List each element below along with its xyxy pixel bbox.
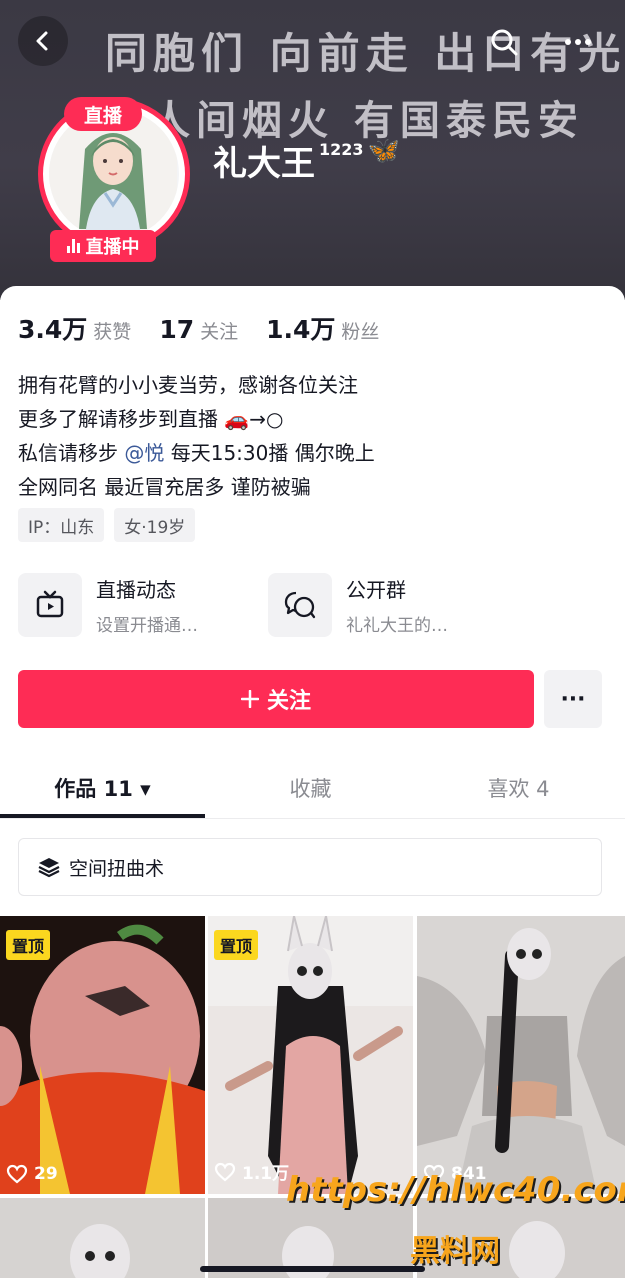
tab-divider — [0, 818, 625, 819]
content-tabs: 作品 11 ▾ 收藏 喜欢 4 — [0, 762, 625, 818]
pinned-badge: 置顶 — [6, 930, 51, 960]
bio-line: 全网同名 最近冒充居多 谨防被骗 — [18, 475, 311, 499]
stat-followers-number: 1.4万 — [266, 315, 336, 344]
public-group-subtitle: 礼礼大王的… — [346, 616, 448, 636]
live-bars-icon — [66, 239, 80, 253]
profile-banner: 同胞们 向前走 出口有光 人间烟火 有国泰民安 直播 直播中 礼大王 1223 … — [0, 0, 625, 300]
video-likes-count: 1.1万 — [242, 1164, 290, 1184]
stat-following-label: 关注 — [200, 321, 239, 343]
bio: 拥有花臂的小小麦当劳，感谢各位关注 更多了解请移步到直播 🚗→○ 私信请移步 @… — [18, 368, 608, 504]
tv-icon — [18, 573, 82, 637]
mention-link[interactable]: @悦 — [124, 441, 164, 465]
chevron-left-icon — [36, 31, 48, 51]
nickname-superscript: 1223 — [319, 140, 364, 159]
live-badge: 直播 — [64, 97, 142, 131]
live-updates-title: 直播动态 — [96, 578, 176, 602]
nickname-text: 礼大王 — [213, 144, 315, 184]
stats-row: 3.4万 获赞 17 关注 1.4万 粉丝 — [18, 310, 379, 346]
video-cover — [417, 916, 625, 1194]
video-thumbnail[interactable]: 置顶 29 — [0, 916, 205, 1194]
stat-following[interactable]: 17 关注 — [159, 315, 238, 344]
public-group-entry[interactable]: 公开群 礼礼大王的… — [268, 572, 448, 638]
video-cover — [0, 1198, 205, 1278]
chat-bubble-icon — [268, 573, 332, 637]
stat-following-number: 17 — [159, 315, 195, 344]
more-options-button[interactable] — [556, 22, 600, 62]
watermark-url: https://hlwc40.com — [286, 1170, 625, 1210]
public-group-title: 公开群 — [346, 578, 406, 602]
stat-followers[interactable]: 1.4万 粉丝 — [266, 310, 379, 346]
profile-tags: IP：山东 女·19岁 — [18, 508, 196, 542]
collection-entry[interactable]: 空间扭曲术 — [18, 838, 602, 896]
gender-age-tag: 女·19岁 — [114, 508, 196, 542]
live-updates-subtitle: 设置开播通… — [96, 616, 198, 636]
layers-icon — [38, 858, 60, 878]
video-likes: 1.1万 — [214, 1159, 289, 1184]
stat-followers-label: 粉丝 — [341, 321, 380, 343]
search-icon — [491, 29, 518, 56]
tab-favorites[interactable]: 收藏 — [208, 762, 413, 814]
video-likes: 29 — [6, 1164, 58, 1184]
bio-line: 拥有花臂的小小麦当劳，感谢各位关注 — [18, 373, 358, 397]
bio-text: 每天15:30播 偶尔晚上 — [164, 441, 375, 465]
video-thumbnail[interactable] — [0, 1198, 205, 1278]
video-thumbnail[interactable]: 841 — [417, 916, 625, 1194]
tab-likes[interactable]: 喜欢 4 — [416, 762, 621, 814]
watermark-name: 黑料网 — [410, 1234, 500, 1269]
collection-label: 空间扭曲术 — [69, 857, 165, 880]
bio-line: 私信请移步 @悦 每天15:30播 偶尔晚上 — [18, 436, 608, 470]
home-indicator[interactable] — [200, 1266, 425, 1272]
plus-icon — [240, 690, 259, 708]
tab-works[interactable]: 作品 11 ▾ — [0, 762, 205, 814]
stat-likes-number: 3.4万 — [18, 315, 88, 344]
video-likes-count: 29 — [34, 1164, 58, 1184]
banner-text-1: 同胞们 向前走 出口有光 — [105, 29, 625, 78]
heart-icon — [6, 1164, 28, 1184]
live-updates-entry[interactable]: 直播动态 设置开播通… — [18, 572, 198, 638]
feature-entries: 直播动态 设置开播通… 公开群 礼礼大王的… — [18, 572, 608, 638]
follow-button-label: 关注 — [266, 689, 311, 714]
stat-likes[interactable]: 3.4万 获赞 — [18, 310, 131, 346]
live-status-label: 直播中 — [85, 237, 140, 258]
ip-location-tag: IP：山东 — [18, 508, 105, 542]
follow-more-button[interactable]: ··· — [544, 670, 602, 728]
pinned-badge: 置顶 — [214, 930, 259, 960]
bio-line: 更多了解请移步到直播 🚗→○ — [18, 407, 284, 431]
live-now-button[interactable]: 直播中 — [50, 230, 156, 262]
more-dots-icon — [565, 39, 591, 45]
bio-text: 私信请移步 — [18, 441, 125, 465]
search-button[interactable] — [484, 22, 524, 62]
back-button[interactable] — [18, 16, 68, 66]
video-thumbnail[interactable]: 置顶 1.1万 — [208, 916, 413, 1194]
profile-card: 3.4万 获赞 17 关注 1.4万 粉丝 拥有花臂的小小麦当劳，感谢各位关注 … — [0, 286, 625, 1280]
nickname: 礼大王 1223 🦋 — [213, 136, 400, 185]
stat-likes-label: 获赞 — [93, 321, 132, 343]
follow-button[interactable]: 关注 — [18, 670, 534, 728]
heart-icon — [214, 1162, 236, 1181]
butterfly-icon: 🦋 — [367, 136, 400, 166]
